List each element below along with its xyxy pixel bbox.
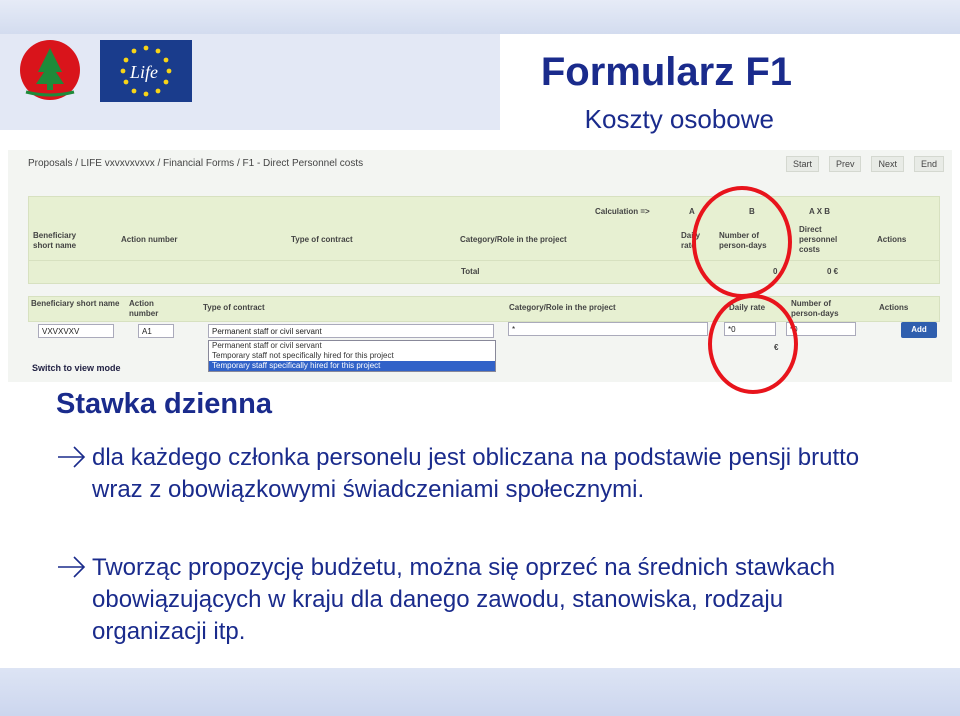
entry-col-contract: Type of contract: [203, 303, 265, 312]
bullet-text: dla każdego członka personelu jest oblic…: [92, 444, 860, 503]
entry-table-header: Beneficiary short name Action number Typ…: [28, 296, 940, 322]
contract-option-selected[interactable]: Temporary staff specifically hired for t…: [209, 361, 495, 371]
contract-dropdown: Permanent staff or civil servant Tempora…: [208, 340, 496, 372]
costs-table-header: Calculation => A B A X B Beneficiary sho…: [28, 196, 940, 262]
bullet-text: Tworząc propozycję budżetu, można się op…: [92, 554, 836, 645]
eu-life-logo-icon: Life: [100, 40, 192, 102]
entry-col-role: Category/Role in the project: [509, 303, 616, 312]
slide-title: Formularz F1: [540, 50, 792, 94]
slide-subtitle: Koszty osobowe: [584, 104, 774, 134]
pager-next-button[interactable]: Next: [871, 156, 904, 172]
col-direct-costs: Direct personnel costs: [799, 225, 838, 254]
national-logo-icon: [20, 40, 80, 100]
breadcrumb: Proposals / LIFE vxvxvxvxvx / Financial …: [28, 158, 364, 169]
bottom-band: [0, 668, 960, 716]
role-input[interactable]: *: [508, 322, 708, 336]
entry-col-days: Number of person-days: [791, 299, 839, 318]
bullet-item: dla każdego członka personelu jest oblic…: [56, 442, 876, 506]
action-select[interactable]: A1: [138, 324, 174, 338]
col-action: Action number: [121, 235, 178, 244]
pager-prev-button[interactable]: Prev: [828, 156, 862, 172]
entry-col-action: Action number: [129, 299, 159, 318]
calc-label: Calculation =>: [595, 207, 650, 216]
highlight-ring-input: [708, 294, 798, 394]
entry-col-beneficiary: Beneficiary short name: [31, 299, 120, 308]
pager-end-button[interactable]: End: [913, 156, 944, 172]
life-logo-text: Life: [129, 62, 158, 82]
highlight-ring-header: [692, 186, 792, 298]
section-heading: Stawka dzienna: [56, 388, 272, 420]
total-row: Total 0 0 €: [28, 260, 940, 284]
calc-col-axb: A X B: [809, 207, 831, 216]
pager-start-button[interactable]: Start: [785, 156, 819, 172]
add-button[interactable]: Add: [901, 322, 937, 338]
pager: Start Prev Next End: [785, 156, 944, 172]
arrow-right-icon: [58, 446, 86, 468]
bullet-item: Tworząc propozycję budżetu, można się op…: [56, 552, 876, 648]
calc-col-a: A: [689, 207, 695, 216]
col-actions: Actions: [877, 235, 907, 244]
contract-select[interactable]: Permanent staff or civil servant: [208, 324, 494, 338]
beneficiary-select[interactable]: VXVXVXV: [38, 324, 114, 338]
switch-view-link[interactable]: Switch to view mode: [32, 363, 121, 373]
entry-col-actions: Actions: [879, 303, 909, 312]
total-cost: 0 €: [827, 267, 839, 276]
col-beneficiary: Beneficiary short name: [33, 231, 77, 250]
contract-option[interactable]: Temporary staff not specifically hired f…: [209, 351, 495, 361]
top-band: [0, 0, 960, 34]
contract-option[interactable]: Permanent staff or civil servant: [209, 341, 495, 351]
col-role: Category/Role in the project: [460, 235, 567, 244]
embedded-screenshot: Proposals / LIFE vxvxvxvxvx / Financial …: [8, 150, 952, 382]
arrow-right-icon: [58, 556, 86, 578]
total-label: Total: [461, 267, 480, 276]
col-contract: Type of contract: [291, 235, 353, 244]
